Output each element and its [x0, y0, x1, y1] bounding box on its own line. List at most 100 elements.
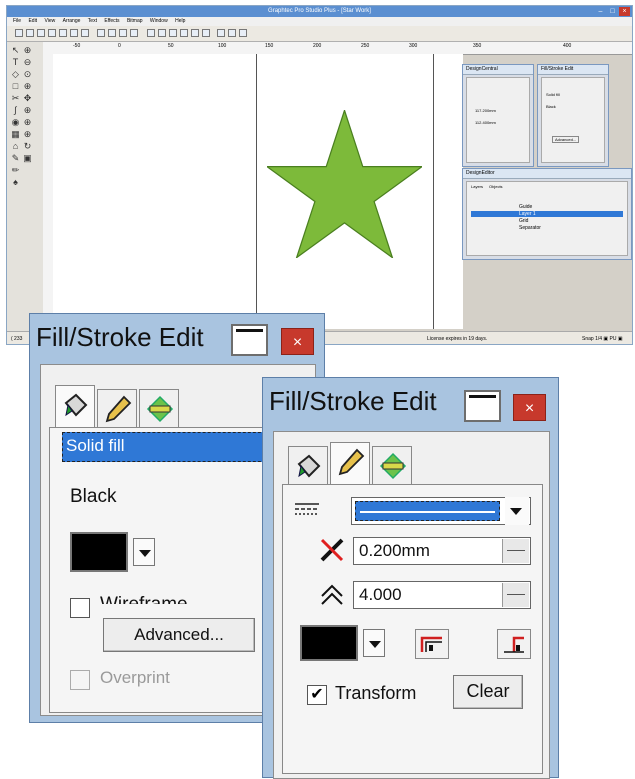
rectangle-icon[interactable]: □	[11, 82, 20, 91]
pointer-icon[interactable]: ↖	[11, 46, 20, 55]
pencil-tool-icon[interactable]: ✏	[11, 166, 20, 175]
layer-row[interactable]: Guide	[471, 204, 623, 210]
app-title: Graphtec Pro Studio Plus - [Star Work]	[268, 8, 371, 14]
layer-row[interactable]: Separator	[471, 225, 623, 231]
menu-edit[interactable]: Edit	[28, 18, 37, 24]
menu-window[interactable]: Window	[150, 18, 168, 24]
align-icon[interactable]	[180, 29, 188, 37]
tab-effects[interactable]	[372, 446, 412, 484]
transform-checkbox[interactable]: ✔	[307, 685, 327, 705]
menu-arrange[interactable]: Arrange	[63, 18, 81, 24]
menu-effects[interactable]: Effects	[104, 18, 119, 24]
wireframe-checkbox[interactable]	[70, 598, 90, 618]
tab-fill[interactable]	[288, 446, 328, 484]
clear-button[interactable]: Clear	[453, 675, 523, 709]
minimize-icon[interactable]: –	[595, 7, 606, 16]
zoom-page-icon[interactable]: ⊙	[23, 70, 32, 79]
minimize-icon[interactable]	[464, 390, 501, 422]
close-button[interactable]: ×	[281, 328, 314, 355]
menu-view[interactable]: View	[44, 18, 55, 24]
weld-icon[interactable]	[191, 29, 199, 37]
preview-icon[interactable]	[228, 29, 236, 37]
zoom-icon[interactable]	[147, 29, 155, 37]
tab-stroke[interactable]	[330, 442, 370, 484]
ungroup-icon[interactable]	[169, 29, 177, 37]
zoom-select-icon[interactable]: ⊕	[23, 106, 32, 115]
bezier-icon[interactable]: ∫	[11, 106, 20, 115]
pan-icon[interactable]: ✥	[23, 94, 32, 103]
drawing-canvas[interactable]	[53, 54, 463, 329]
cutter-icon[interactable]	[217, 29, 225, 37]
contour-icon[interactable]	[202, 29, 210, 37]
cap-style-button[interactable]	[497, 629, 531, 659]
line-style-dropdown-arrow[interactable]	[505, 497, 529, 525]
star-shape[interactable]	[267, 110, 422, 258]
open-icon[interactable]	[26, 29, 34, 37]
zoom-fit-icon[interactable]: ⊕	[23, 82, 32, 91]
tab-layers[interactable]: Layers	[471, 184, 483, 189]
close-icon[interactable]: ×	[619, 7, 630, 16]
tab-stroke[interactable]	[97, 389, 137, 427]
fill-color-swatch[interactable]	[70, 532, 128, 572]
redo-icon[interactable]	[130, 29, 138, 37]
menu-help[interactable]: Help	[175, 18, 185, 24]
zoom-out-icon[interactable]: ⊖	[23, 58, 32, 67]
copy-icon[interactable]	[97, 29, 105, 37]
ruler-tick: 200	[313, 43, 322, 49]
stroke-width-input[interactable]: 0.200mm	[353, 537, 531, 565]
overprint-checkbox[interactable]	[70, 670, 90, 690]
group-icon[interactable]	[158, 29, 166, 37]
weed-icon[interactable]: ♠	[11, 178, 20, 187]
pen-icon[interactable]: ✎	[11, 154, 20, 163]
zoom-all-icon[interactable]: ⊕	[23, 130, 32, 139]
export-icon[interactable]	[59, 29, 67, 37]
import-icon[interactable]	[48, 29, 56, 37]
settings-icon[interactable]	[239, 29, 247, 37]
mini-fill-type[interactable]: Solid fill	[546, 92, 560, 97]
miter-limit-input[interactable]: 4.000	[353, 581, 531, 609]
advanced-button[interactable]: Advanced...	[103, 618, 255, 652]
status-snap: Snap 1/4 ▣ PU ▣	[582, 336, 623, 342]
menu-text[interactable]: Text	[88, 18, 97, 24]
new-icon[interactable]	[15, 29, 23, 37]
color-name-label: Black	[70, 486, 117, 507]
knife-icon[interactable]: ✂	[11, 94, 20, 103]
node-icon[interactable]: ◇	[11, 70, 20, 79]
maximize-icon[interactable]: □	[607, 7, 618, 16]
line-style-icon	[295, 503, 319, 515]
barcode-icon[interactable]: ▦	[11, 130, 20, 139]
tab-objects[interactable]: Objects	[489, 184, 503, 189]
fill-type-select[interactable]: Solid fill	[62, 432, 296, 462]
fill-tool-icon[interactable]: ◉	[11, 118, 20, 127]
dc-value1[interactable]: 117.200mm	[475, 108, 496, 113]
minimize-icon[interactable]	[231, 324, 268, 356]
cut-tool-icon[interactable]	[81, 29, 89, 37]
page-icon[interactable]: ▣	[23, 154, 32, 163]
menu-file[interactable]: File	[13, 18, 21, 24]
stroke-width-spinner[interactable]	[502, 539, 529, 563]
save-icon[interactable]	[37, 29, 45, 37]
tab-fill[interactable]	[55, 385, 95, 427]
print-icon[interactable]	[70, 29, 78, 37]
mini-advanced-button[interactable]: Advanced...	[552, 136, 580, 143]
stroke-color-dropdown-arrow[interactable]	[363, 629, 385, 657]
miter-limit-spinner[interactable]	[502, 583, 529, 607]
zoom-sel-icon[interactable]: ⊕	[23, 118, 32, 127]
undo-icon[interactable]	[119, 29, 127, 37]
join-style-button[interactable]	[415, 629, 449, 659]
line-style-select[interactable]	[351, 497, 531, 525]
color-dropdown-arrow[interactable]	[133, 538, 155, 566]
stroke-width-icon	[320, 538, 344, 562]
refresh-icon[interactable]: ↻	[23, 142, 32, 151]
dc-value2[interactable]: 112.400mm	[475, 120, 496, 125]
layer-row[interactable]: Grid	[471, 218, 623, 224]
paste-icon[interactable]	[108, 29, 116, 37]
stroke-color-swatch[interactable]	[300, 625, 358, 661]
menu-bitmap[interactable]: Bitmap	[127, 18, 143, 24]
eyedropper-icon[interactable]: ⌂	[11, 142, 20, 151]
zoom-in-icon[interactable]: ⊕	[23, 46, 32, 55]
close-button[interactable]: ×	[513, 394, 546, 421]
tab-effects[interactable]	[139, 389, 179, 427]
layer-row[interactable]: Layer 1	[471, 211, 623, 217]
text-tool-icon[interactable]: T	[11, 58, 20, 67]
